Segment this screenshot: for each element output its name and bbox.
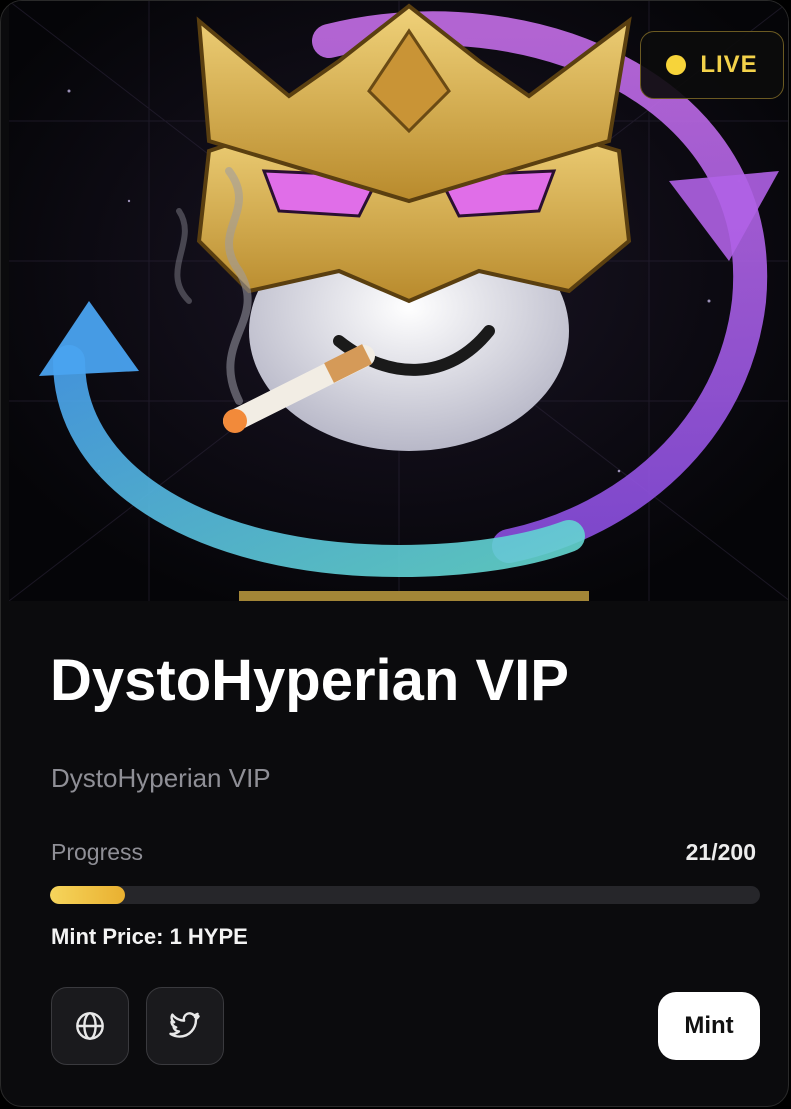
mint-price: Mint Price: 1 HYPE <box>51 924 248 949</box>
live-indicator-dot <box>666 55 687 75</box>
website-button[interactable] <box>51 987 129 1065</box>
progress-bar-fill <box>50 886 125 904</box>
collection-card: LIVE DystoHyperian VIP DystoHyperian VIP… <box>0 0 789 1107</box>
progress-count: 21/200 <box>685 839 756 865</box>
collection-title: DystoHyperian VIP <box>50 648 569 713</box>
progress-bar <box>50 886 760 904</box>
mint-button[interactable]: Mint <box>658 992 760 1060</box>
progress-label: Progress <box>51 839 144 865</box>
twitter-button[interactable] <box>146 987 224 1065</box>
collection-subtitle: DystoHyperian VIP <box>51 763 271 793</box>
live-status-text: LIVE <box>700 51 758 78</box>
globe-icon <box>76 1012 104 1040</box>
twitter-icon <box>169 1012 200 1038</box>
collection-artwork: LIVE <box>9 1 788 601</box>
live-status-badge: LIVE <box>640 31 784 99</box>
